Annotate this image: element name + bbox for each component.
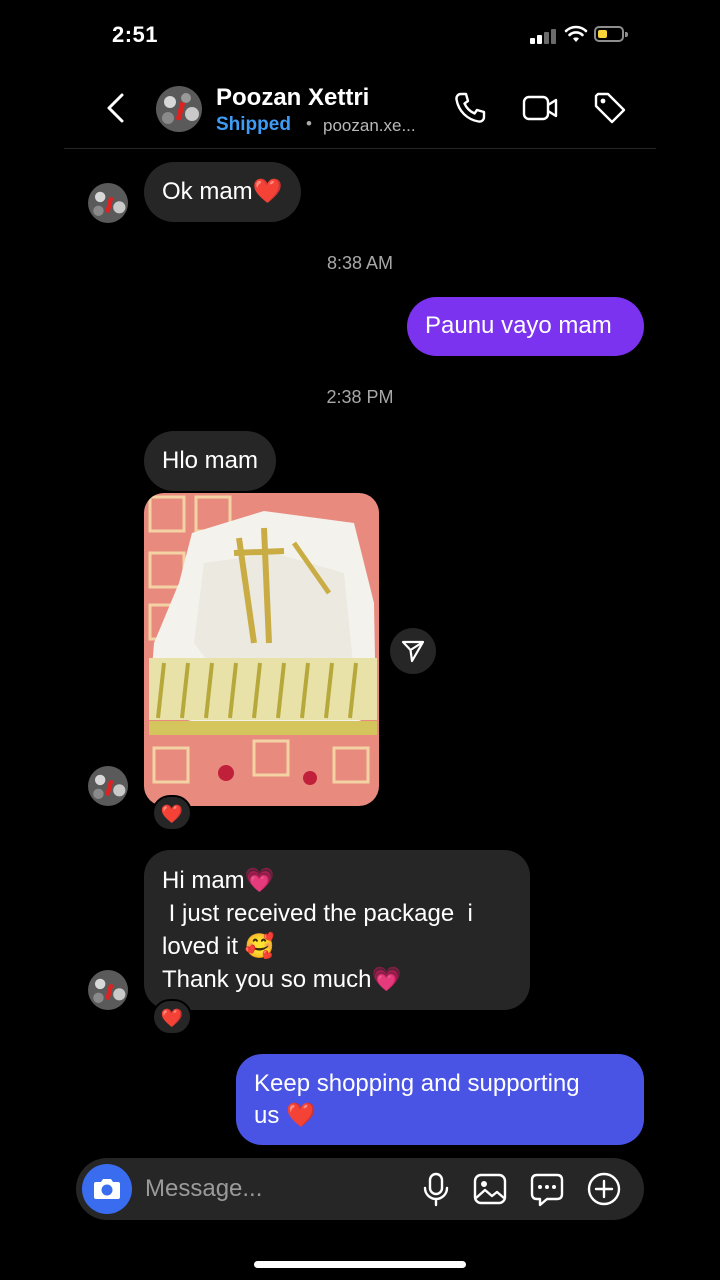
tag-label-icon[interactable] (592, 90, 628, 126)
pink-heart-emoji: 💗 (244, 867, 275, 894)
message-text: Ok mam (162, 178, 253, 205)
heart-reaction[interactable]: ❤️ (152, 999, 192, 1035)
add-plus-icon[interactable] (586, 1170, 622, 1208)
camera-icon (94, 1179, 120, 1199)
camera-button[interactable] (82, 1164, 132, 1214)
message-line: us ❤️ (254, 1102, 316, 1129)
pink-heart-emoji: 💗 (371, 966, 402, 993)
contact-avatar[interactable] (156, 86, 202, 132)
sent-message[interactable]: Paunu vayo mam (407, 297, 644, 356)
red-heart-emoji: ❤️ (252, 178, 283, 205)
message-text: Hlo mam (162, 447, 259, 474)
received-message[interactable]: Hi mam💗 I just received the package i lo… (144, 850, 530, 1010)
share-button[interactable] (390, 628, 436, 674)
message-line: Thank you so much💗 (162, 966, 402, 993)
timestamp: 8:38 AM (326, 253, 394, 273)
back-arrow-icon[interactable] (102, 92, 132, 124)
received-message[interactable]: Ok mam❤️ (144, 162, 301, 222)
timestamp: 2:38 PM (326, 387, 394, 407)
status-separator: • (306, 114, 312, 133)
contact-avatar (88, 970, 128, 1010)
shared-photo[interactable] (144, 493, 379, 806)
status-time: 2:51 (112, 22, 159, 47)
red-heart-emoji: ❤️ (286, 1102, 316, 1129)
gallery-image-icon[interactable] (472, 1170, 508, 1208)
received-message[interactable]: Hlo mam (144, 431, 277, 491)
contact-avatar (88, 766, 128, 806)
message-line: I just received the package i (162, 900, 473, 927)
heart-reaction[interactable]: ❤️ (152, 795, 192, 831)
phone-call-icon[interactable] (452, 90, 488, 126)
contact-name[interactable]: Poozan Xettri (216, 84, 369, 112)
paper-plane-icon (401, 640, 425, 663)
sent-message[interactable]: Keep shopping and supporting us ❤️ (236, 1054, 644, 1145)
message-line: Hi mam💗 (162, 867, 275, 894)
contact-avatar (88, 183, 128, 223)
video-call-icon[interactable] (522, 90, 558, 126)
sticker-chat-icon[interactable] (529, 1170, 565, 1208)
message-line: Keep shopping and supporting (254, 1070, 580, 1097)
smiling-hearts-emoji: 🥰 (244, 933, 275, 960)
home-indicator[interactable] (254, 1261, 466, 1268)
message-line: loved it 🥰 (162, 933, 275, 960)
header-divider (64, 148, 656, 149)
microphone-icon[interactable] (418, 1170, 454, 1208)
wifi-icon (564, 25, 588, 42)
battery-icon (594, 26, 628, 42)
message-text: Paunu vayo mam (425, 312, 612, 339)
message-input[interactable] (145, 1170, 405, 1208)
cellular-signal-icon (530, 28, 558, 44)
order-status-label[interactable]: Shipped (216, 114, 291, 136)
contact-handle[interactable]: poozan.xe... (323, 116, 416, 136)
